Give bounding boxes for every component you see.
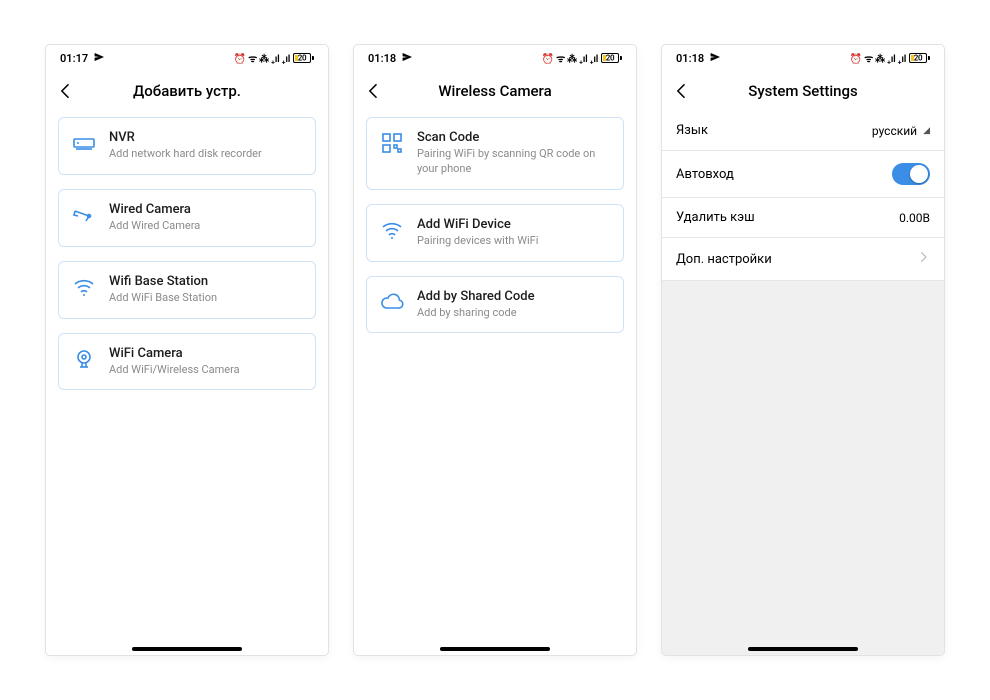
row-value: 0.00B <box>899 211 930 225</box>
card-title: NVR <box>109 130 262 145</box>
card-wifi-camera[interactable]: WiFi Camera Add WiFi/Wireless Camera <box>58 333 316 391</box>
card-title: Scan Code <box>417 130 611 145</box>
card-title: Add by Shared Code <box>417 289 535 304</box>
wired-cam-icon <box>71 202 97 228</box>
row-clear-cache[interactable]: Удалить кэш 0.00B <box>662 198 944 238</box>
nvr-icon <box>71 130 97 156</box>
card-title: WiFi Camera <box>109 346 240 361</box>
screen-add-device: 01:17 ⏰ ᯤ ⁂ ₊ıl ₊ıl 20 Добавить устр. NV… <box>46 45 328 655</box>
card-subtitle: Add WiFi Base Station <box>109 291 217 306</box>
chevron-right-icon <box>916 250 930 268</box>
row-label: Автовход <box>676 167 734 182</box>
location-icon <box>710 52 720 65</box>
qr-icon <box>379 130 405 156</box>
card-title: Wifi Base Station <box>109 274 217 289</box>
card-nvr[interactable]: NVR Add network hard disk recorder <box>58 117 316 175</box>
card-wired-camera[interactable]: Wired Camera Add Wired Camera <box>58 189 316 247</box>
toggle-auto-login[interactable] <box>892 163 930 185</box>
back-button[interactable] <box>362 79 386 103</box>
wifi-base-icon <box>71 274 97 300</box>
dropdown-icon: ◢ <box>923 126 930 136</box>
status-right-icons: ⏰ ᯤ ⁂ ₊ıl ₊ıl 20 <box>542 51 622 65</box>
device-type-list: NVR Add network hard disk recorder Wired… <box>46 117 328 390</box>
card-title: Add WiFi Device <box>417 217 538 232</box>
nav-bar: Добавить устр. <box>46 71 328 111</box>
row-label: Удалить кэш <box>676 210 755 225</box>
row-advanced[interactable]: Доп. настройки <box>662 238 944 281</box>
screen-wireless-camera: 01:18 ⏰ ᯤ ⁂ ₊ıl ₊ıl 20 Wireless Camera S… <box>354 45 636 655</box>
cloud-icon <box>379 289 405 315</box>
settings-body: Язык русский ◢ Автовход Удалить кэш 0.00… <box>662 111 944 655</box>
page-title: Wireless Camera <box>438 82 551 100</box>
home-indicator[interactable] <box>440 647 550 651</box>
battery-icon: 20 <box>293 53 314 63</box>
card-subtitle: Add Wired Camera <box>109 219 200 234</box>
wifi-icon <box>379 217 405 243</box>
settings-list: Язык русский ◢ Автовход Удалить кэш 0.00… <box>662 111 944 281</box>
card-scan-code[interactable]: Scan Code Pairing WiFi by scanning QR co… <box>366 117 624 190</box>
row-label: Доп. настройки <box>676 252 772 267</box>
wifi-cam-icon <box>71 346 97 372</box>
card-add-wifi-device[interactable]: Add WiFi Device Pairing devices with WiF… <box>366 204 624 262</box>
card-wifi-base[interactable]: Wifi Base Station Add WiFi Base Station <box>58 261 316 319</box>
card-shared-code[interactable]: Add by Shared Code Add by sharing code <box>366 276 624 334</box>
status-right-icons: ⏰ ᯤ ⁂ ₊ıl ₊ıl 20 <box>850 51 930 65</box>
status-time: 01:18 <box>368 52 396 65</box>
card-subtitle: Add WiFi/Wireless Camera <box>109 363 240 378</box>
back-button[interactable] <box>670 79 694 103</box>
battery-icon: 20 <box>909 53 930 63</box>
row-label: Язык <box>676 123 708 138</box>
card-subtitle: Add by sharing code <box>417 306 535 321</box>
card-subtitle: Pairing devices with WiFi <box>417 234 538 249</box>
battery-icon: 20 <box>601 53 622 63</box>
back-button[interactable] <box>54 79 78 103</box>
card-subtitle: Add network hard disk recorder <box>109 147 262 162</box>
location-icon <box>94 52 104 65</box>
card-title: Wired Camera <box>109 202 200 217</box>
status-time: 01:18 <box>676 52 704 65</box>
status-bar: 01:17 ⏰ ᯤ ⁂ ₊ıl ₊ıl 20 <box>46 45 328 71</box>
home-indicator[interactable] <box>132 647 242 651</box>
nav-bar: System Settings <box>662 71 944 111</box>
status-bar: 01:18 ⏰ ᯤ ⁂ ₊ıl ₊ıl 20 <box>662 45 944 71</box>
page-title: System Settings <box>748 82 857 100</box>
card-subtitle: Pairing WiFi by scanning QR code on your… <box>417 147 611 177</box>
status-bar: 01:18 ⏰ ᯤ ⁂ ₊ıl ₊ıl 20 <box>354 45 636 71</box>
row-value: русский ◢ <box>872 124 930 138</box>
wireless-method-list: Scan Code Pairing WiFi by scanning QR co… <box>354 117 636 333</box>
status-time: 01:17 <box>60 52 88 65</box>
screen-system-settings: 01:18 ⏰ ᯤ ⁂ ₊ıl ₊ıl 20 System Settings Я… <box>662 45 944 655</box>
home-indicator[interactable] <box>748 647 858 651</box>
status-right-icons: ⏰ ᯤ ⁂ ₊ıl ₊ıl 20 <box>234 51 314 65</box>
row-auto-login[interactable]: Автовход <box>662 151 944 198</box>
page-title: Добавить устр. <box>133 82 241 100</box>
row-language[interactable]: Язык русский ◢ <box>662 111 944 151</box>
nav-bar: Wireless Camera <box>354 71 636 111</box>
location-icon <box>402 52 412 65</box>
